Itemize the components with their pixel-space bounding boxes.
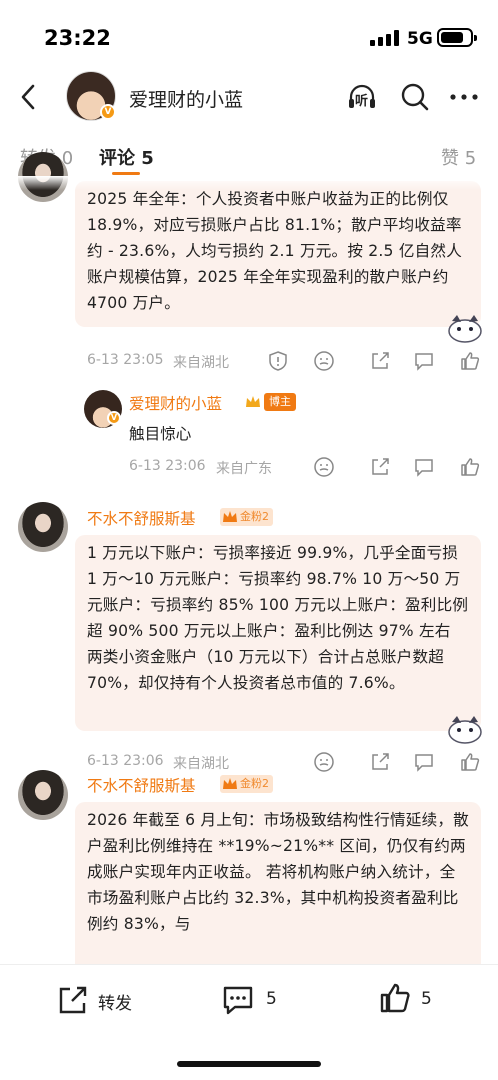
- like-icon[interactable]: [459, 350, 481, 372]
- battery-icon: [437, 28, 477, 47]
- reply-location: 来自广东: [216, 461, 272, 477]
- comment-time: 6-13 23:05: [87, 352, 164, 368]
- status-time: 23:22: [44, 26, 111, 50]
- home-indicator[interactable]: [177, 1061, 321, 1067]
- comment-time: 6-13 23:06: [87, 753, 164, 769]
- reply-username[interactable]: 爱理财的小蓝: [129, 392, 222, 414]
- share-icon[interactable]: [369, 456, 391, 478]
- verified-icon: V: [100, 104, 116, 120]
- comment-bubble: 1 万元以下账户：亏损率接近 99.9%，几乎全面亏损 1 万～10 万元账户：…: [75, 535, 481, 731]
- listen-button[interactable]: 听: [345, 80, 379, 114]
- signal-icon: [370, 30, 402, 46]
- reply-text: 触目惊心: [129, 425, 192, 443]
- more-icon[interactable]: [447, 80, 481, 114]
- page-title[interactable]: 爱理财的小蓝: [129, 85, 243, 112]
- like-count[interactable]: 5: [421, 989, 432, 1009]
- like-icon[interactable]: [459, 456, 481, 478]
- bottom-action-bar: 转发 5 5: [0, 964, 498, 1036]
- crown-icon: [223, 511, 237, 522]
- emoji-icon[interactable]: [313, 751, 335, 773]
- sticker-icon: [448, 315, 482, 343]
- fan-level-label: 金粉2: [240, 510, 269, 523]
- comment-text: 2026 年截至 6 月上旬：市场极致结构性行情延续，散户盈利比例维持在 **1…: [87, 811, 469, 933]
- search-icon[interactable]: [398, 80, 432, 114]
- tab-likes[interactable]: 赞 5: [441, 144, 476, 170]
- comment-icon[interactable]: [413, 350, 435, 372]
- share-icon[interactable]: [369, 350, 391, 372]
- comment-icon[interactable]: [413, 751, 435, 773]
- scroll-fade: [0, 176, 498, 190]
- author-badge: 博主: [264, 393, 296, 411]
- emoji-icon[interactable]: [313, 456, 335, 478]
- comment-location: 来自湖北: [173, 756, 229, 772]
- fan-level-label: 金粉2: [240, 777, 269, 790]
- sticker-icon: [448, 716, 482, 744]
- comment-location: 来自湖北: [173, 355, 229, 371]
- commenter-username[interactable]: 不水不舒服斯基: [87, 507, 196, 529]
- forward-icon[interactable]: [56, 983, 90, 1017]
- comment-bubble: 2025 年全年：个人投资者中账户收益为正的比例仅 18.9%，对应亏损账户占比…: [75, 181, 481, 327]
- commenter-avatar[interactable]: [18, 770, 68, 820]
- verified-icon: V: [107, 411, 121, 425]
- status-bar: 23:22 5G: [0, 0, 498, 70]
- crown-icon: [246, 396, 260, 407]
- comment-count[interactable]: 5: [266, 989, 277, 1009]
- comment-text: 1 万元以下账户：亏损率接近 99.9%，几乎全面亏损 1 万～10 万元账户：…: [87, 544, 469, 692]
- crown-icon: [223, 778, 237, 789]
- tab-comments[interactable]: 评论 5: [99, 144, 154, 170]
- comment-text: 2025 年全年：个人投资者中账户收益为正的比例仅 18.9%，对应亏损账户占比…: [87, 190, 463, 312]
- listen-label: 听: [355, 94, 369, 109]
- tab-indicator: [112, 172, 140, 175]
- reply-time: 6-13 23:06: [129, 458, 206, 474]
- comment-icon[interactable]: [413, 456, 435, 478]
- comment-bubble: 2026 年截至 6 月上旬：市场极致结构性行情延续，散户盈利比例维持在 **1…: [75, 802, 481, 964]
- back-icon[interactable]: [14, 82, 44, 112]
- comment-icon[interactable]: [221, 983, 255, 1017]
- like-icon[interactable]: [459, 751, 481, 773]
- network-label: 5G: [407, 29, 433, 49]
- commenter-username[interactable]: 不水不舒服斯基: [87, 774, 196, 796]
- forward-label[interactable]: 转发: [98, 989, 132, 1014]
- share-icon[interactable]: [369, 751, 391, 773]
- commenter-avatar[interactable]: [18, 502, 68, 552]
- emoji-icon[interactable]: [313, 350, 335, 372]
- like-icon[interactable]: [378, 981, 412, 1015]
- fan-level-badge: 金粉2: [220, 508, 273, 526]
- fan-level-badge: 金粉2: [220, 775, 273, 793]
- report-icon[interactable]: [267, 350, 289, 372]
